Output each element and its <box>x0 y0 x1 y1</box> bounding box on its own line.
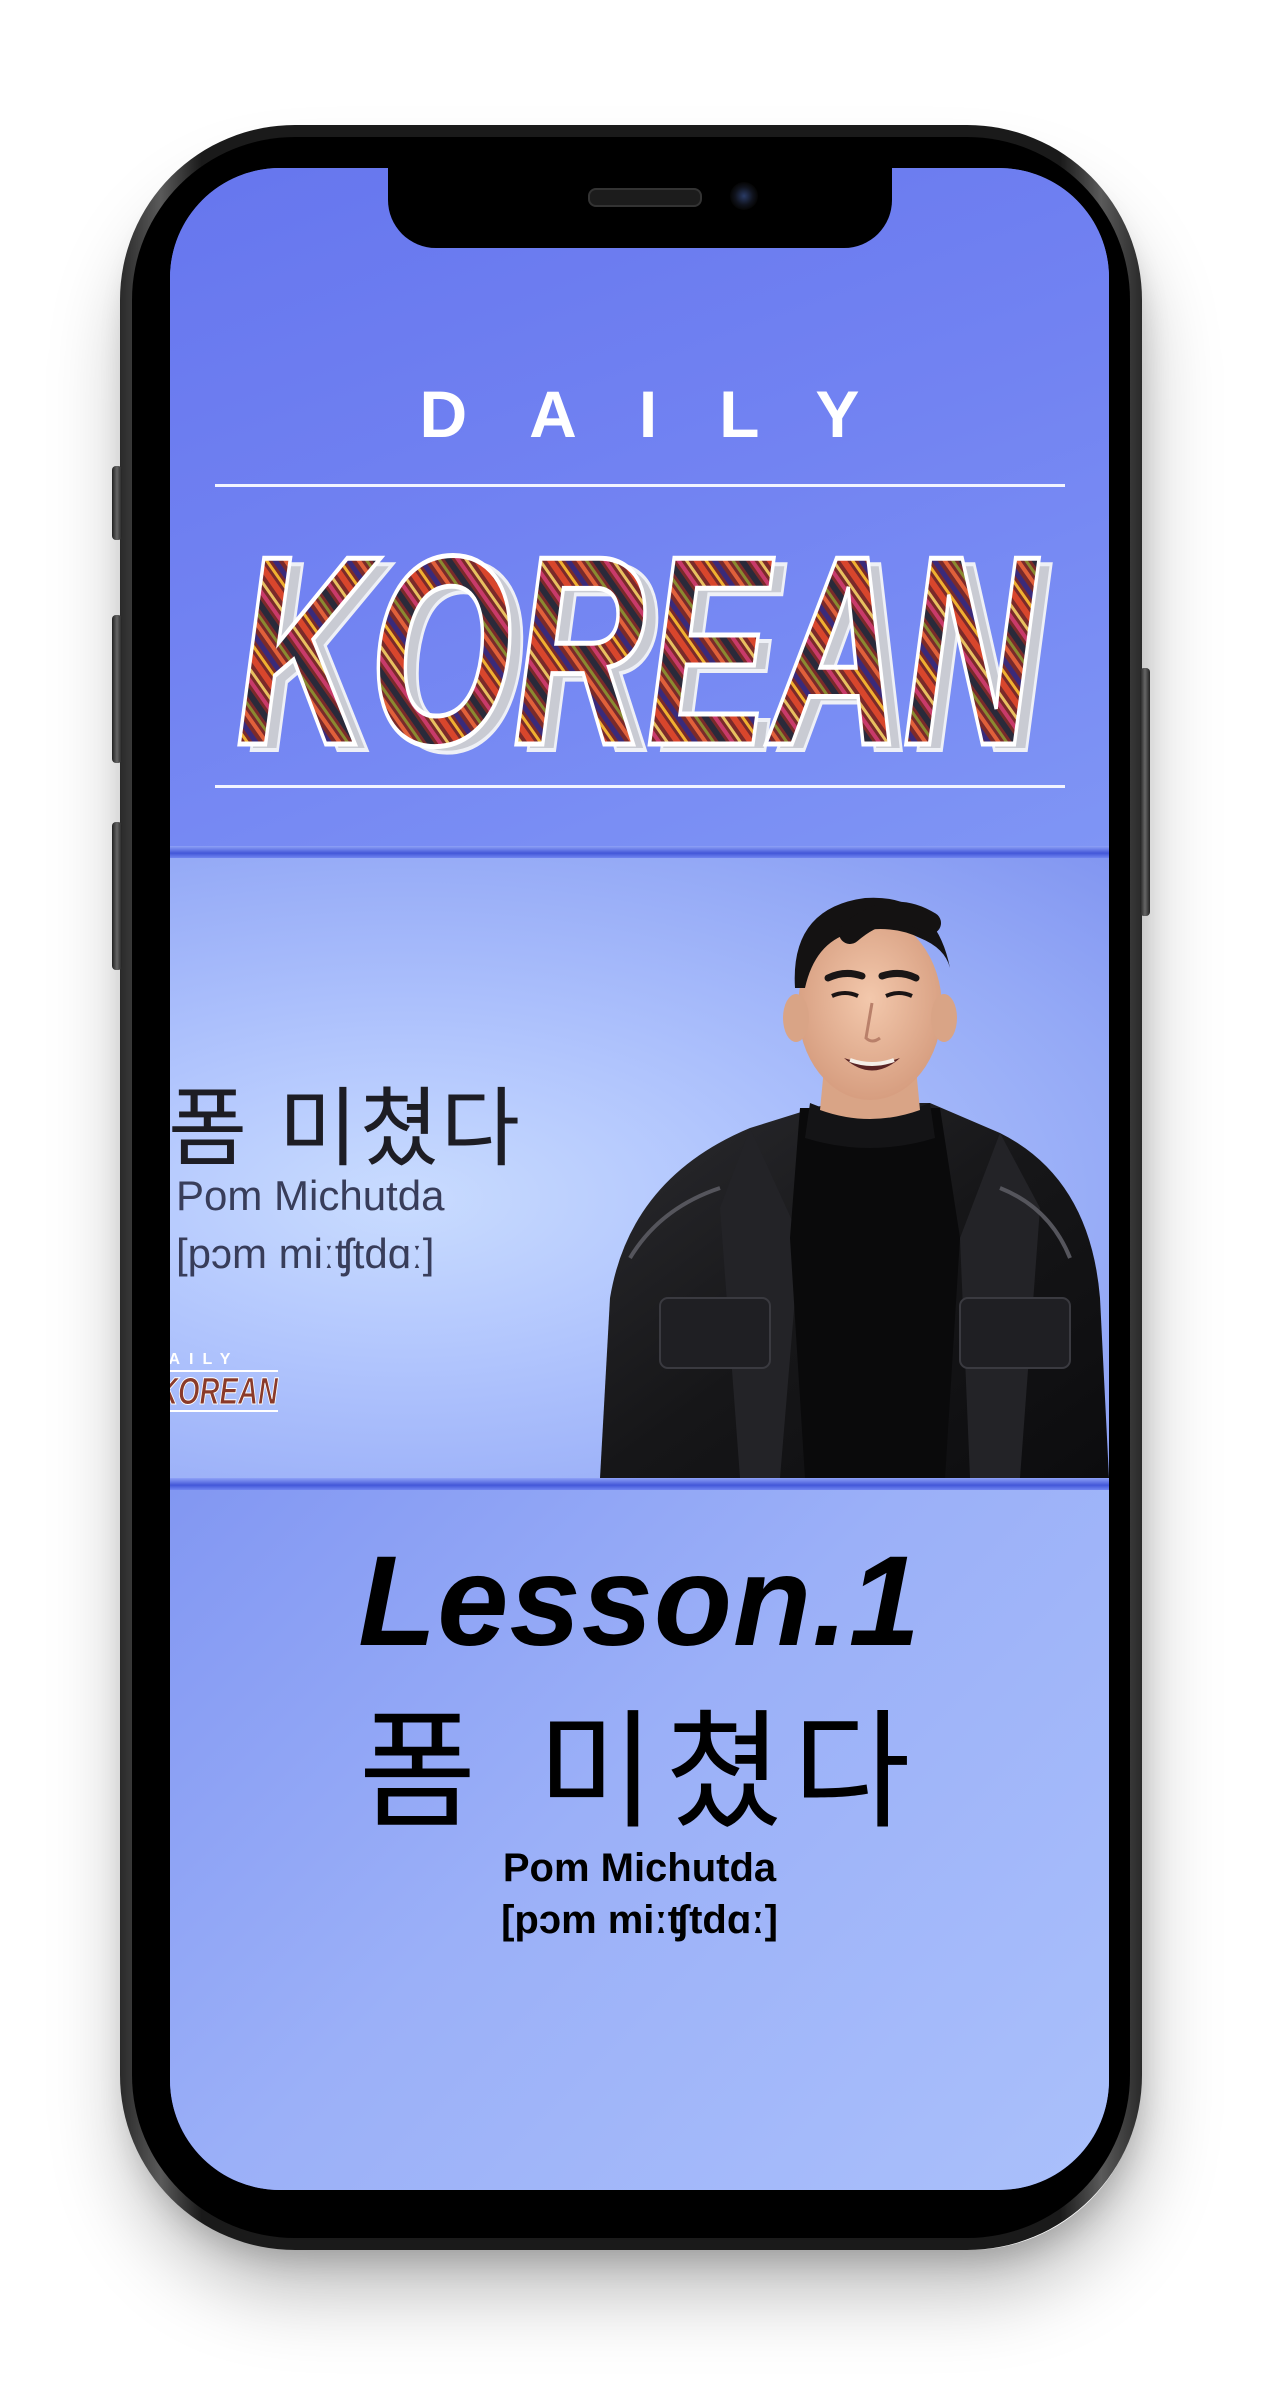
logo-rule-bottom <box>215 785 1065 788</box>
front-camera-icon <box>730 182 758 210</box>
presenter-image <box>600 897 1109 1478</box>
lesson-phrase-korean: 폼 미쳤다 <box>358 1698 921 1847</box>
video-phrase-korean: 폼 미쳤다 <box>170 1079 522 1179</box>
video-phrase-ipa: [pɔm miːʧtdɑː] <box>176 1230 435 1277</box>
volume-down-button <box>112 822 122 970</box>
video-frame[interactable]: 폼 미쳤다 Pom Michutda [pɔm miːʧtdɑː] AILY K… <box>170 858 1109 1478</box>
volume-up-button <box>112 615 122 763</box>
divider-bottom <box>170 1478 1109 1490</box>
power-button <box>1140 668 1150 916</box>
korean-logo-graphic: KOREAN KOREAN <box>234 499 1056 811</box>
phone-screen: DAILY KOREAN KOREAN 폼 미쳤다 Pom Michutda [… <box>170 168 1109 2190</box>
logo-header: DAILY KOREAN KOREAN <box>170 168 1109 846</box>
mini-logo-daily: AILY <box>170 1351 239 1368</box>
lesson-phrase-ipa: [pɔm miːʧtdɑː] <box>501 1898 778 1942</box>
speaker-grille <box>588 188 702 207</box>
lesson-title: Lesson.1 <box>358 1530 921 1673</box>
lesson-panel: Lesson.1 폼 미쳤다 Pom Michutda [pɔm miːʧtdɑ… <box>170 1490 1109 2190</box>
video-phrase-romanized: Pom Michutda <box>176 1172 445 1219</box>
korean-logo: KOREAN KOREAN <box>210 498 1070 811</box>
mini-korean-logo: AILY KOREAN <box>170 1351 280 1414</box>
korean-logo-text: KOREAN <box>236 501 1041 778</box>
mini-logo-korean: KOREAN <box>170 1371 279 1413</box>
daily-label: DAILY <box>419 377 922 451</box>
lesson-phrase-romanized: Pom Michutda <box>502 1846 777 1890</box>
divider-top <box>170 846 1109 858</box>
logo-rule-top <box>215 484 1065 487</box>
mockup-stage: DAILY KOREAN KOREAN 폼 미쳤다 Pom Michutda [… <box>0 0 1262 2382</box>
mute-switch <box>112 466 122 540</box>
phone-notch <box>388 168 892 248</box>
